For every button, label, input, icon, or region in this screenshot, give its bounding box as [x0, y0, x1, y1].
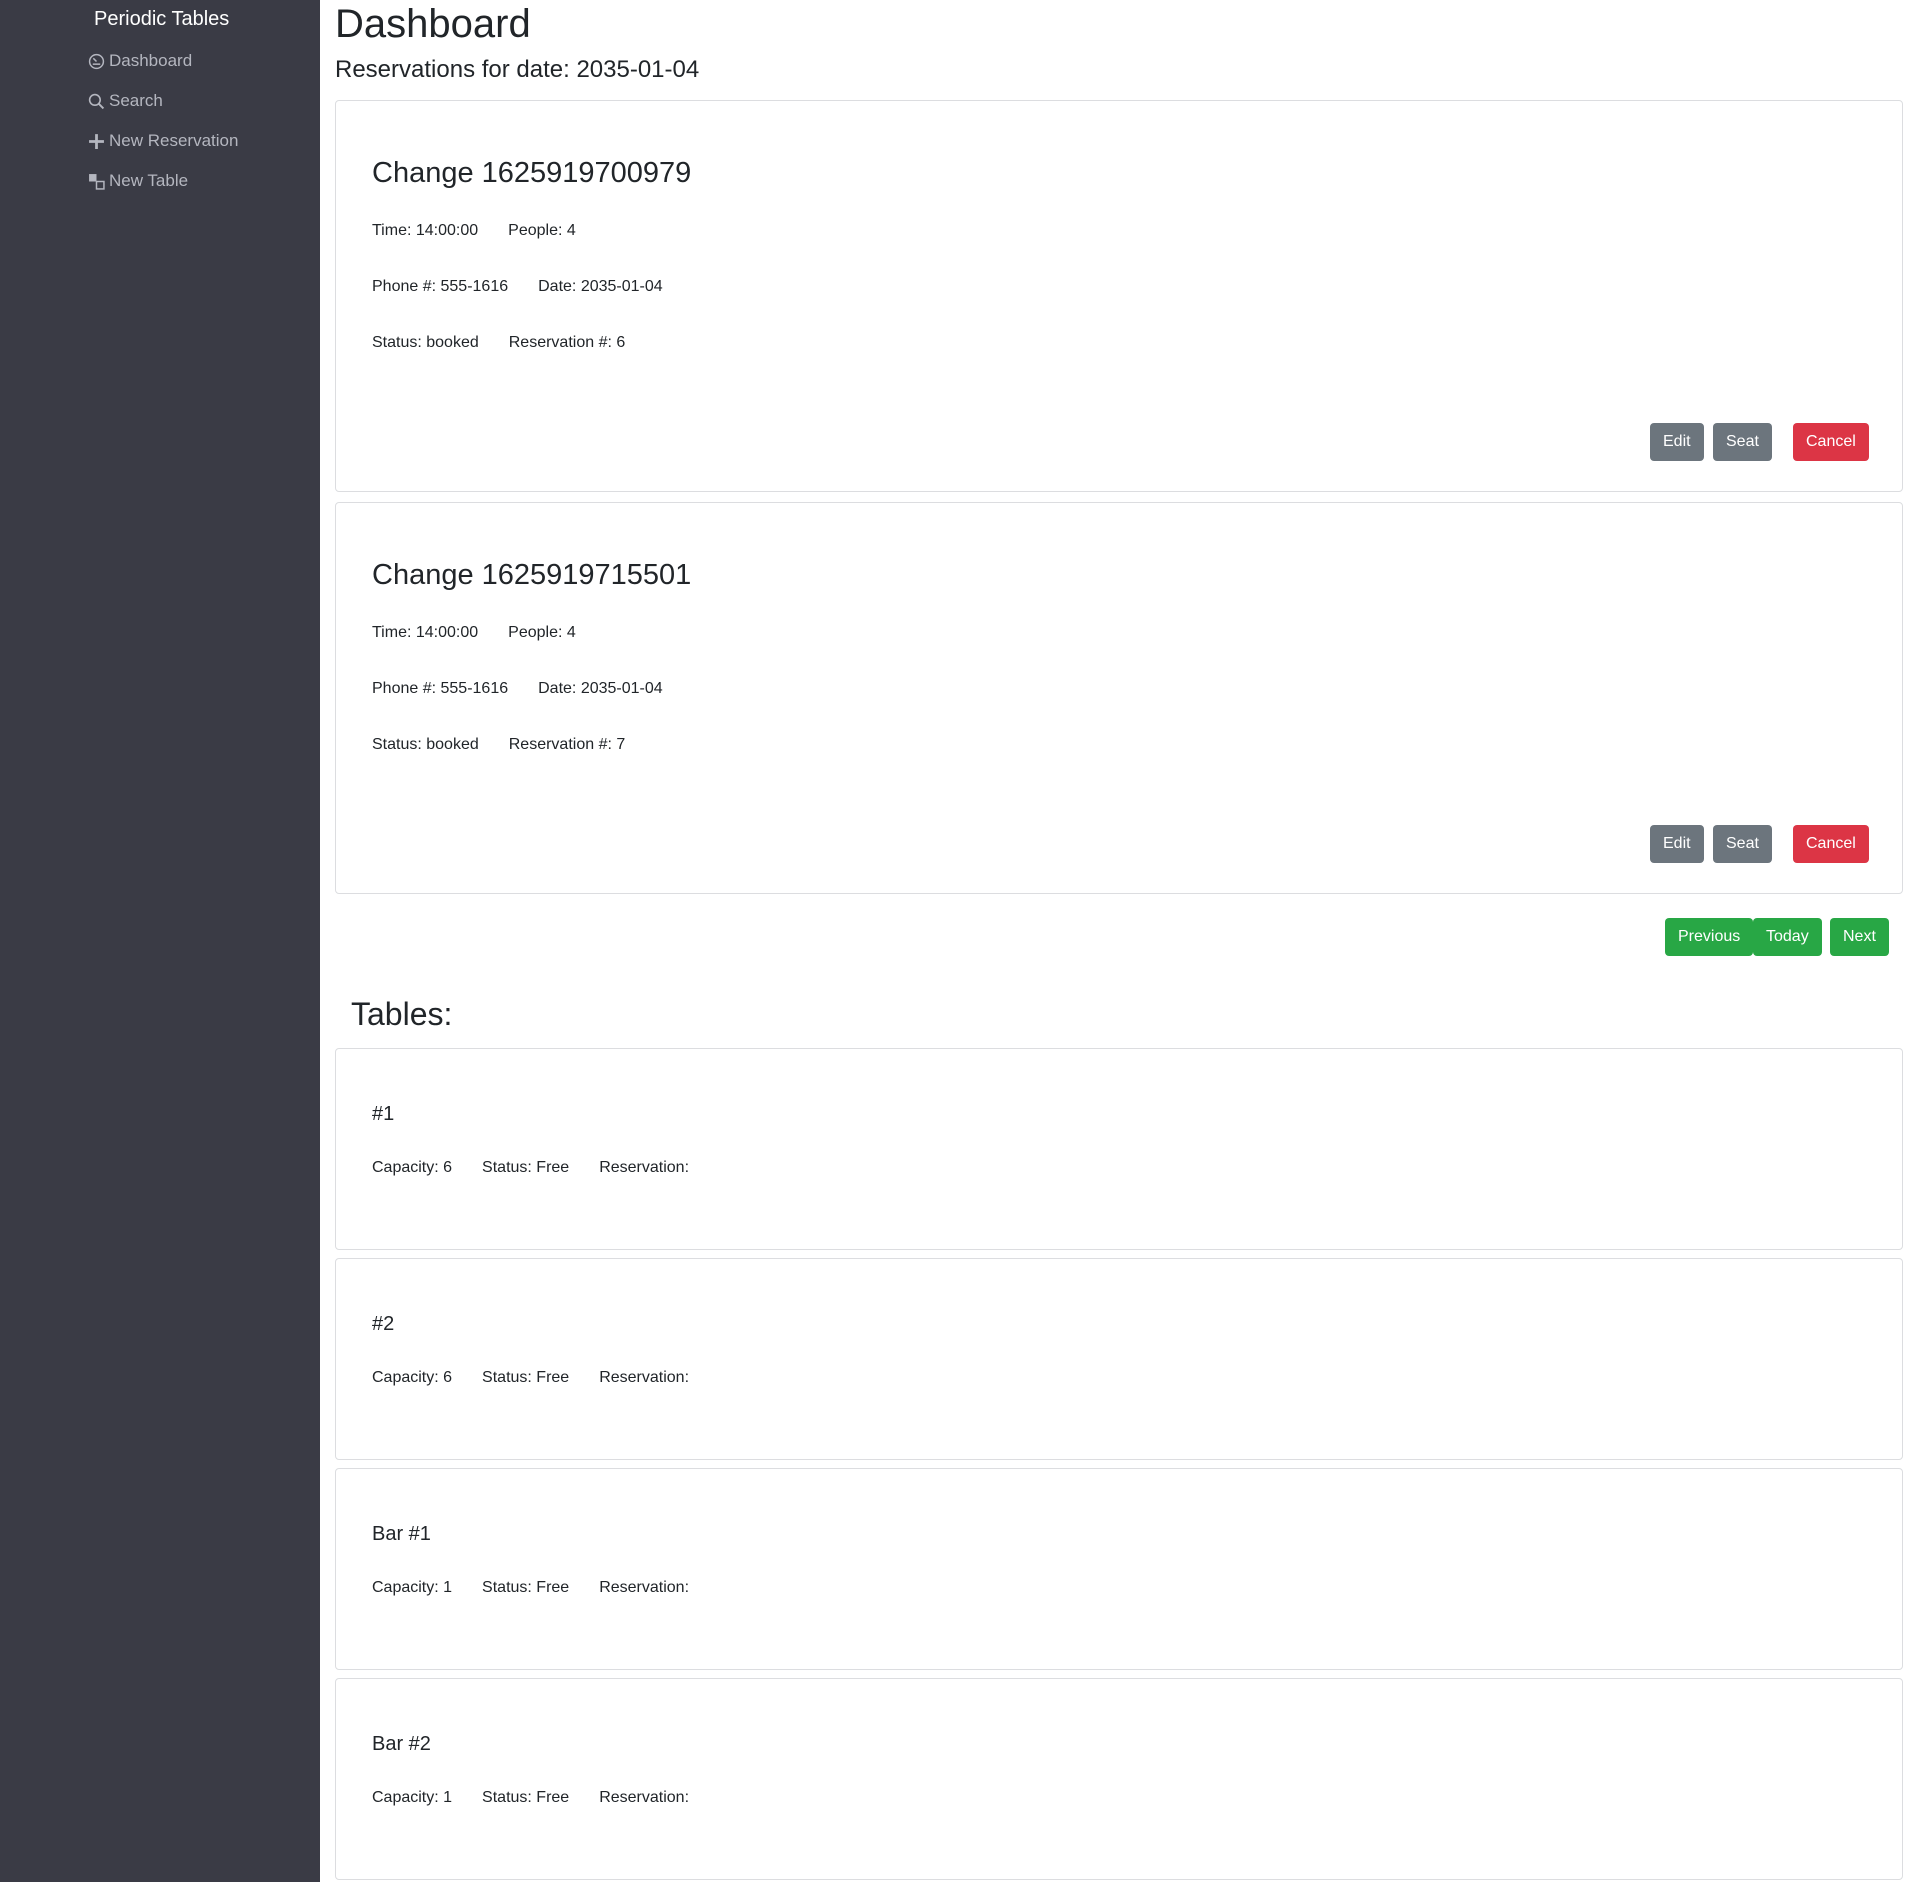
table-capacity: Capacity: 1 — [372, 1789, 453, 1806]
sidebar-item-label: Dashboard — [109, 51, 193, 70]
table-name: Bar #2 — [372, 1733, 431, 1755]
reservation-time-people: Time: 14:00:00 People: 4 — [372, 624, 606, 642]
search-icon — [88, 93, 105, 109]
cancel-button[interactable]: Cancel — [1793, 423, 1869, 461]
table-reservation: Reservation: — [599, 1369, 690, 1386]
plus-icon — [89, 133, 104, 149]
reservation-name: Change 1625919700979 — [372, 157, 692, 189]
table-capacity: Capacity: 6 — [372, 1159, 453, 1176]
table-status: Status: Free — [482, 1369, 570, 1386]
seat-button[interactable]: Seat — [1713, 825, 1772, 863]
previous-date-button[interactable]: Previous — [1665, 918, 1754, 956]
reservation-card: Change 1625919715501 Time: 14:00:00 Peopl… — [335, 502, 1903, 894]
sidebar-item-label: New Table — [109, 171, 189, 190]
sidebar-item-label: New Reservation — [109, 131, 239, 150]
reservation-time: Time: 14:00:00 — [372, 624, 479, 641]
table-info: Capacity: 6 Status: Free Reservation: — [372, 1369, 719, 1387]
reservation-time-people: Time: 14:00:00 People: 4 — [372, 222, 606, 240]
table-info: Capacity: 6 Status: Free Reservation: — [372, 1159, 719, 1177]
sidebar-item-dashboard[interactable]: Dashboard — [88, 51, 192, 71]
reservations-date-heading: Reservations for date: 2035-01-04 — [335, 56, 700, 83]
reservation-card: Change 1625919700979 Time: 14:00:00 Peopl… — [335, 100, 1903, 492]
table-capacity: Capacity: 1 — [372, 1579, 453, 1596]
table-reservation: Reservation: — [599, 1579, 690, 1596]
dashboard-icon — [88, 53, 105, 69]
seat-button[interactable]: Seat — [1713, 423, 1772, 461]
next-date-button[interactable]: Next — [1830, 918, 1889, 956]
reservation-id: Reservation #: 6 — [508, 334, 626, 351]
tables-heading: Tables: — [351, 996, 453, 1032]
today-button[interactable]: Today — [1753, 918, 1822, 956]
layers-icon — [89, 173, 105, 190]
reservation-date: Date: 2035-01-04 — [538, 680, 663, 697]
reservation-id: Reservation #: 7 — [508, 736, 626, 753]
edit-button[interactable]: Edit — [1650, 825, 1704, 863]
reservation-phone: Phone #: 555-1616 — [372, 680, 509, 697]
table-card: Bar #2 Capacity: 1 Status: Free Reservatio… — [335, 1678, 1903, 1880]
table-name: #1 — [372, 1103, 395, 1125]
reservation-phone-date: Phone #: 555-1616 Date: 2035-01-04 — [372, 680, 693, 698]
reservation-status: Status: booked — [372, 334, 479, 351]
table-status: Status: Free — [482, 1789, 570, 1806]
cancel-button[interactable]: Cancel — [1793, 825, 1869, 863]
sidebar: Periodic Tables Dashboard Search New Res… — [0, 0, 320, 1882]
table-name: Bar #1 — [372, 1523, 431, 1545]
reservation-status-id: Status: booked Reservation #: 6 — [372, 334, 655, 352]
reservation-date: Date: 2035-01-04 — [538, 278, 663, 295]
table-info: Capacity: 1 Status: Free Reservation: — [372, 1579, 719, 1597]
table-reservation: Reservation: — [599, 1159, 690, 1176]
reservation-people: People: 4 — [508, 222, 576, 239]
table-status: Status: Free — [482, 1579, 570, 1596]
table-status: Status: Free — [482, 1159, 570, 1176]
reservation-people: People: 4 — [508, 624, 576, 641]
reservation-name: Change 1625919715501 — [372, 559, 692, 591]
sidebar-item-search[interactable]: Search — [88, 91, 163, 111]
page-title: Dashboard — [335, 2, 531, 46]
table-info: Capacity: 1 Status: Free Reservation: — [372, 1789, 719, 1807]
sidebar-item-new-table[interactable]: New Table — [88, 171, 188, 191]
table-reservation: Reservation: — [599, 1789, 690, 1806]
reservation-status-id: Status: booked Reservation #: 7 — [372, 736, 655, 754]
sidebar-item-new-reservation[interactable]: New Reservation — [88, 131, 238, 151]
reservation-status: Status: booked — [372, 736, 479, 753]
reservation-time: Time: 14:00:00 — [372, 222, 479, 239]
table-name: #2 — [372, 1313, 395, 1335]
table-capacity: Capacity: 6 — [372, 1369, 453, 1386]
edit-button[interactable]: Edit — [1650, 423, 1704, 461]
table-card: Bar #1 Capacity: 1 Status: Free Reservatio… — [335, 1468, 1903, 1670]
reservation-phone-date: Phone #: 555-1616 Date: 2035-01-04 — [372, 278, 693, 296]
sidebar-item-label: Search — [109, 91, 163, 110]
table-card: #1 Capacity: 6 Status: Free Reservation: — [335, 1048, 1903, 1250]
table-card: #2 Capacity: 6 Status: Free Reservation: — [335, 1258, 1903, 1460]
brand-title[interactable]: Periodic Tables — [94, 8, 229, 31]
reservation-phone: Phone #: 555-1616 — [372, 278, 509, 295]
